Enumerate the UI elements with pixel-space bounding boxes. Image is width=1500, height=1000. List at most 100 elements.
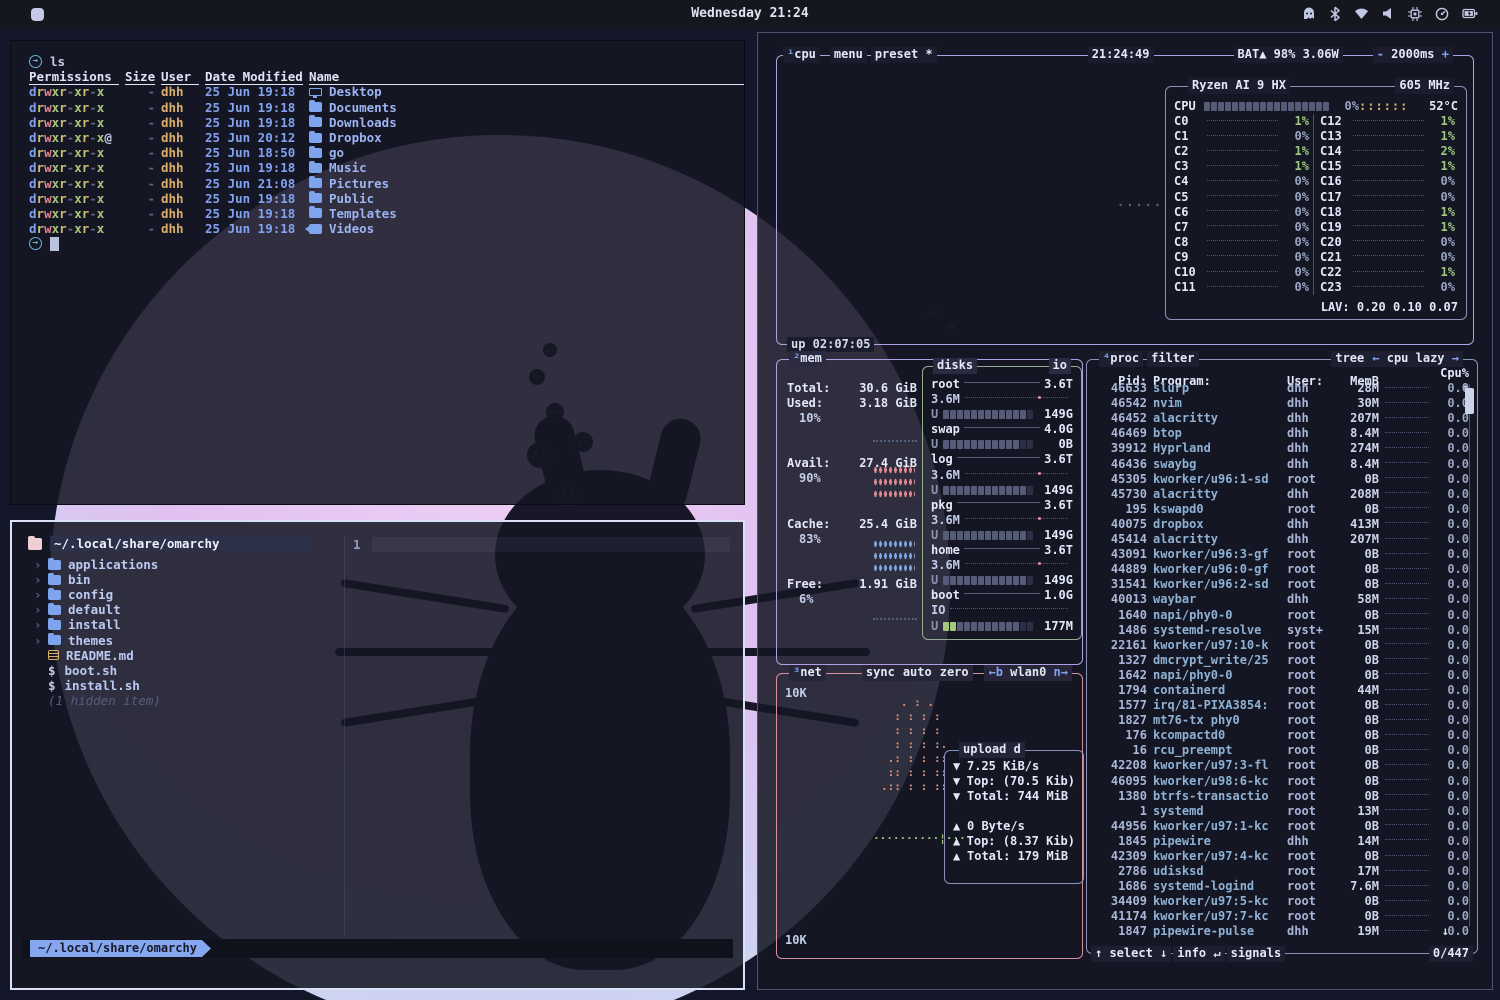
info-key[interactable]: info ↵ <box>1173 946 1224 961</box>
chip-icon[interactable] <box>1408 7 1422 21</box>
process-row[interactable]: 45305kworker/u96:1-sdroot0B0.0 <box>1087 472 1477 487</box>
tab-net[interactable]: ³net <box>789 665 826 680</box>
file-list: ›applications›bin›config›default›install… <box>28 557 743 693</box>
cpu-panel: ¹cpu menu preset * 21:24:49 BAT▲ 98% 3.0… <box>776 55 1474 345</box>
tab-cpu[interactable]: ¹cpu <box>783 47 820 62</box>
process-row[interactable]: 1systemdroot13M0.0 <box>1087 804 1477 819</box>
process-row[interactable]: 46452alacrittydhh207M0.0 <box>1087 411 1477 426</box>
wifi-icon[interactable] <box>1354 7 1369 20</box>
disks-label[interactable]: disks <box>933 358 977 373</box>
yazi-file-boot.sh[interactable]: $boot.sh <box>28 663 743 678</box>
process-row[interactable]: 39912Hyprlanddhh274M0.0 <box>1087 441 1477 456</box>
process-panel-title: ⁴proc filter tree ← cpu lazy → <box>1093 351 1471 367</box>
interval-increase[interactable]: + <box>1442 47 1449 61</box>
preset-button[interactable]: preset * <box>871 47 937 62</box>
process-row[interactable]: 45730alacrittydhh208M0.0 <box>1087 487 1477 502</box>
process-row[interactable]: 1380btrfs-transactioroot0B0.0 <box>1087 789 1477 804</box>
yazi-dir-config[interactable]: ›config <box>28 587 743 602</box>
process-row[interactable]: 1642napi/phy0-0root0B0.0 <box>1087 668 1477 683</box>
core-row: C21%C142% <box>1166 144 1466 159</box>
yazi-dir-applications[interactable]: ›applications <box>28 557 743 572</box>
yazi-dir-install[interactable]: ›install <box>28 617 743 632</box>
scroll-down-icon[interactable]: ↓ <box>1442 924 1449 939</box>
uptime-readout: up 02:07:05 <box>787 337 874 352</box>
net-auto-toggle[interactable]: auto <box>899 665 936 680</box>
yazi-file-README.md[interactable]: README.md <box>28 648 743 663</box>
status-path-crumb[interactable]: ~/.local/share/omarchy <box>30 940 211 957</box>
process-row[interactable]: 1577irq/81-PIXA3854:root0B0.0 <box>1087 698 1477 713</box>
tree-toggle[interactable]: tree <box>1331 351 1368 366</box>
process-row[interactable]: 1486systemd-resolvesyst+15M0.0 <box>1087 623 1477 638</box>
select-keys[interactable]: ↑ select ↓ <box>1091 946 1171 961</box>
process-row[interactable]: 42309kworker/u97:4-kcroot0B0.0 <box>1087 849 1477 864</box>
net-zero-toggle[interactable]: zero <box>936 665 973 680</box>
ls-row: drwxr-xr-x-dhh25 Jun 19:18Videos <box>29 221 744 236</box>
process-row[interactable]: 31541kworker/u96:2-sdroot0B0.0 <box>1087 577 1477 592</box>
process-row[interactable]: 41174kworker/u97:7-kcroot0B0.0 <box>1087 909 1477 924</box>
process-row[interactable]: 1794containerdroot44M0.0 <box>1087 683 1477 698</box>
hidden-items-note: (1 hidden item) <box>48 693 743 708</box>
ls-row: drwxr-xr-x-dhh25 Jun 19:18Music <box>29 160 744 175</box>
process-row[interactable]: 46469btopdhh8.4M0.0 <box>1087 426 1477 441</box>
process-row[interactable]: 45414alacrittydhh207M0.0 <box>1087 532 1477 547</box>
process-row[interactable]: 195kswapd0root0B0.0 <box>1087 502 1477 517</box>
process-row[interactable]: 42208kworker/u97:3-flroot0B0.0 <box>1087 758 1477 773</box>
process-row[interactable]: 1686systemd-logindroot7.6M0.0 <box>1087 879 1477 894</box>
process-row[interactable]: 46436swaybgdhh8.4M0.0 <box>1087 457 1477 472</box>
terminal-window-ls[interactable]: → ls PermissionsSizeUserDate ModifiedNam… <box>10 40 745 505</box>
interval-control[interactable]: - 2000ms + <box>1373 47 1453 62</box>
proc-scrollbar-thumb[interactable] <box>1465 388 1474 414</box>
terminal-cursor <box>50 237 59 251</box>
volume-icon[interactable] <box>1382 7 1395 20</box>
pane-divider <box>344 536 345 936</box>
ls-output: drwxr-xr-x-dhh25 Jun 19:18Desktopdrwxr-x… <box>29 84 744 236</box>
process-row[interactable]: 46095kworker/u98:6-kcroot0B0.0 <box>1087 774 1477 789</box>
process-row[interactable]: 40013waybardhh58M0.0 <box>1087 592 1477 607</box>
process-row[interactable]: 44889kworker/u96:0-gfroot0B0.0 <box>1087 562 1477 577</box>
process-row[interactable]: 46633slurpdhh28M0.0 <box>1087 381 1477 396</box>
load-average: LAV: 0.20 0.10 0.07 <box>1321 300 1458 315</box>
sort-selector[interactable]: ← cpu lazy → <box>1368 351 1463 366</box>
yazi-file-install.sh[interactable]: $install.sh <box>28 678 743 693</box>
process-row[interactable]: 1640napi/phy0-0root0B0.0 <box>1087 608 1477 623</box>
proc-scrollbar-track[interactable] <box>1469 384 1470 927</box>
io-mode-toggle[interactable]: io <box>1049 358 1071 373</box>
battery-icon[interactable] <box>1462 7 1478 20</box>
process-row[interactable]: 40075dropboxdhh413M0.0 <box>1087 517 1477 532</box>
process-row[interactable]: 46542nvimdhh30M0.0 <box>1087 396 1477 411</box>
process-row[interactable]: 44956kworker/u97:1-kcroot0B0.0 <box>1087 819 1477 834</box>
file-manager-window-yazi[interactable]: ~/.local/share/omarchy ›applications›bin… <box>10 520 745 990</box>
signals-key[interactable]: signals <box>1227 946 1286 961</box>
folder-icon <box>48 560 61 570</box>
core-row: C40%C160% <box>1166 174 1466 189</box>
prompt-line[interactable]: → <box>29 236 744 251</box>
interval-decrease[interactable]: - <box>1377 47 1384 61</box>
top-bar: Wednesday 21:24 <box>0 0 1500 28</box>
tab-proc[interactable]: ⁴proc <box>1099 351 1143 366</box>
yazi-dir-bin[interactable]: ›bin <box>28 572 743 587</box>
shell-script-icon: $ <box>48 663 56 678</box>
process-row[interactable]: 1845pipewiredhh14M0.0 <box>1087 834 1477 849</box>
process-row[interactable]: 43091kworker/u96:3-gfroot0B0.0 <box>1087 547 1477 562</box>
net-interface-switcher[interactable]: ←b wlan0 n→ <box>984 665 1072 680</box>
net-sync-toggle[interactable]: sync <box>862 665 899 680</box>
menu-button[interactable]: menu <box>830 47 867 62</box>
process-row[interactable]: 1327dmcrypt_write/25root0B0.0 <box>1087 653 1477 668</box>
tab-mem[interactable]: ²mem <box>789 351 826 366</box>
dropbox-folder-icon <box>309 133 322 143</box>
music-folder-icon <box>309 163 322 173</box>
process-row[interactable]: 1847pipewire-pulsedhh19M0.0 <box>1087 924 1477 939</box>
process-row[interactable]: 22161kworker/u97:10-kroot0B0.0 <box>1087 638 1477 653</box>
process-row[interactable]: 16rcu_preemptroot0B0.0 <box>1087 743 1477 758</box>
yazi-dir-default[interactable]: ›default <box>28 602 743 617</box>
bluetooth-icon[interactable] <box>1329 6 1341 21</box>
system-monitor-window-btop[interactable]: ¹cpu menu preset * 21:24:49 BAT▲ 98% 3.0… <box>757 32 1493 990</box>
process-row[interactable]: 176kcompactd0root0B0.0 <box>1087 728 1477 743</box>
yazi-dir-themes[interactable]: ›themes <box>28 633 743 648</box>
process-row[interactable]: 1827mt76-tx phy0root0B0.0 <box>1087 713 1477 728</box>
packages-icon[interactable] <box>1302 6 1316 21</box>
gauge-icon[interactable] <box>1435 7 1449 21</box>
process-row[interactable]: 34409kworker/u97:5-kcroot0B0.0 <box>1087 894 1477 909</box>
filter-button[interactable]: filter <box>1147 351 1198 366</box>
process-row[interactable]: 2786udisksdroot17M0.0 <box>1087 864 1477 879</box>
